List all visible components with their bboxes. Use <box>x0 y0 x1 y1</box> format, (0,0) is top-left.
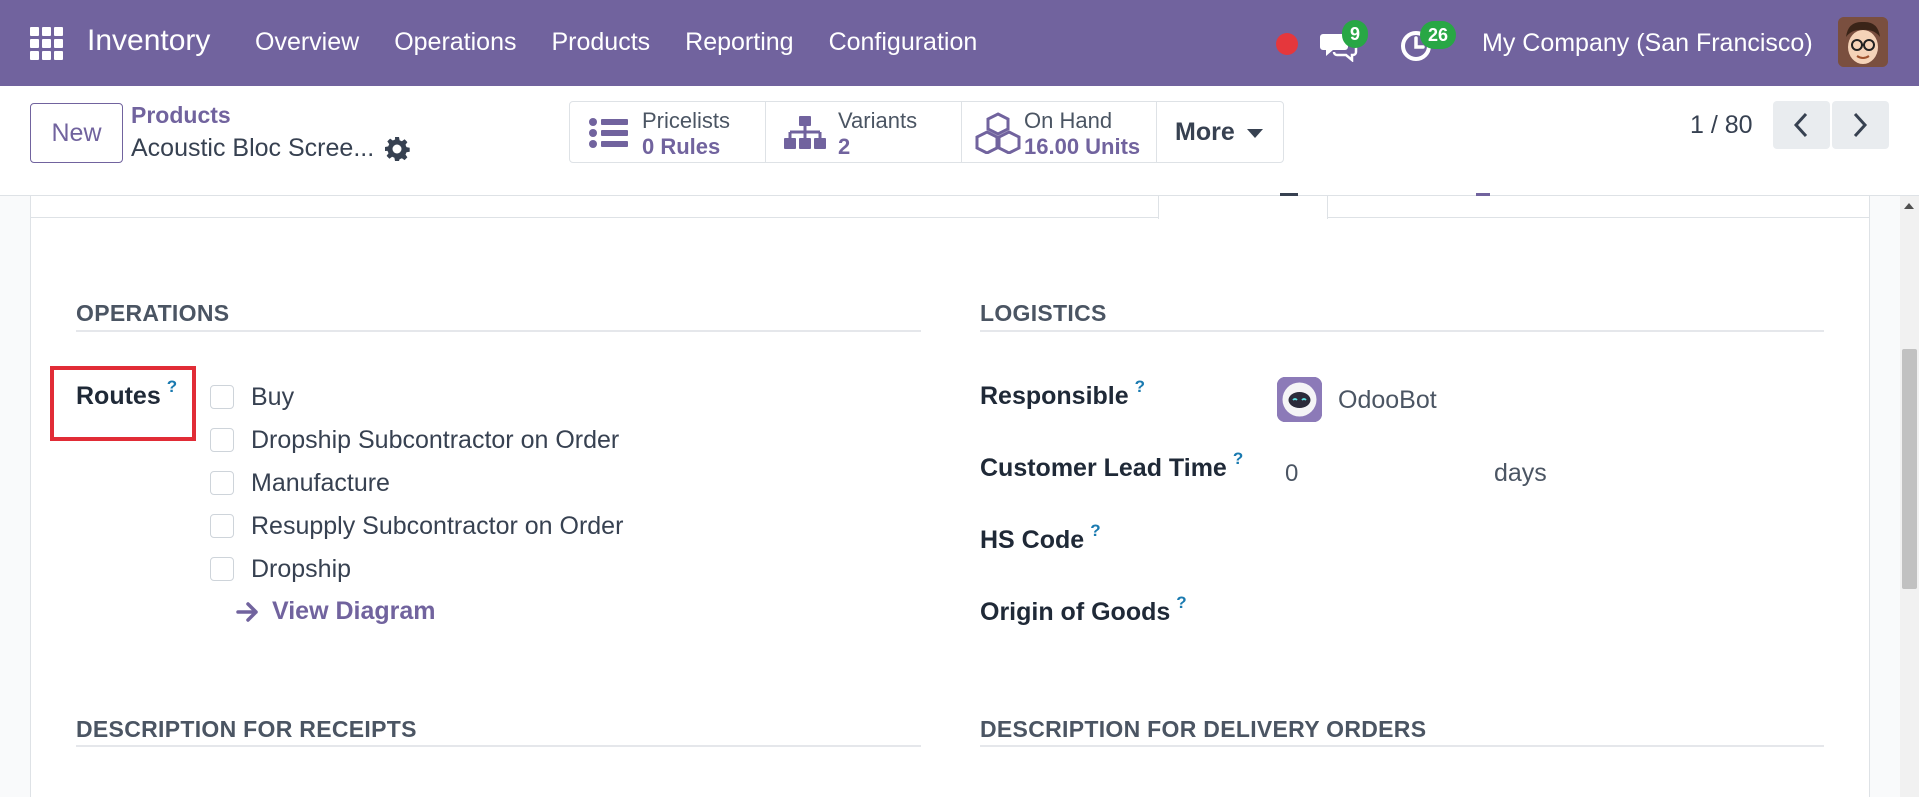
route-resupply-subcontractor-checkbox[interactable] <box>210 514 234 538</box>
customer-lead-time-label: Customer Lead Time? <box>980 449 1243 483</box>
on-hand-smart-button[interactable]: On Hand 16.00 Units <box>962 102 1157 162</box>
view-diagram-label: View Diagram <box>272 597 436 625</box>
arrow-right-icon <box>236 601 258 622</box>
variants-value: 2 <box>838 134 851 159</box>
route-manufacture-checkbox[interactable] <box>210 471 234 495</box>
sitemap-icon <box>784 116 826 149</box>
notebook-tabs-border <box>30 196 1870 218</box>
origin-of-goods-label-text: Origin of Goods <box>980 598 1171 626</box>
responsible-value[interactable]: OdooBot <box>1338 386 1437 415</box>
description-delivery-title: DESCRIPTION FOR DELIVERY ORDERS <box>980 716 1427 742</box>
menu-item-reporting[interactable]: Reporting <box>685 28 793 57</box>
company-switcher[interactable]: My Company (San Francisco) <box>1482 29 1813 58</box>
activities-count-badge: 26 <box>1420 21 1457 49</box>
route-option-dropship[interactable]: Dropship <box>210 554 351 584</box>
gear-icon[interactable] <box>384 136 410 162</box>
route-buy-label: Buy <box>251 382 295 411</box>
scrollbar-thumb[interactable] <box>1902 349 1917 589</box>
app-brand[interactable]: Inventory <box>87 24 210 58</box>
hs-code-label: HS Code? <box>980 521 1101 555</box>
operations-divider <box>76 330 921 332</box>
description-delivery-divider <box>980 745 1824 747</box>
route-manufacture-label: Manufacture <box>251 468 390 497</box>
on-hand-value: 16.00 Units <box>1024 134 1141 159</box>
route-option-dropship-subcontractor[interactable]: Dropship Subcontractor on Order <box>210 425 619 455</box>
responsible-label: Responsible? <box>980 377 1145 411</box>
operations-section-title: OPERATIONS <box>76 300 230 326</box>
breadcrumb-current-record: Acoustic Bloc Scree... <box>131 134 375 162</box>
help-tooltip-icon[interactable]: ? <box>1135 377 1145 396</box>
help-tooltip-icon[interactable]: ? <box>1176 593 1186 612</box>
help-tooltip-icon[interactable]: ? <box>1233 449 1243 468</box>
customer-lead-time-unit: days <box>1494 459 1547 487</box>
customer-lead-time-label-text: Customer Lead Time <box>980 454 1227 482</box>
route-dropship-subcontractor-label: Dropship Subcontractor on Order <box>251 425 620 454</box>
top-navbar: Inventory Overview Operations Products R… <box>0 0 1919 86</box>
route-buy-checkbox[interactable] <box>210 385 234 409</box>
variants-title: Variants <box>838 108 918 133</box>
menu-item-products[interactable]: Products <box>551 28 650 57</box>
on-hand-title: On Hand <box>1024 108 1113 133</box>
more-dropdown-button[interactable]: More <box>1157 102 1283 162</box>
odoobot-avatar <box>1277 377 1322 422</box>
list-icon <box>589 118 628 148</box>
route-dropship-label: Dropship <box>251 554 352 583</box>
apps-menu-icon[interactable] <box>30 27 64 60</box>
scroll-up-arrow-icon[interactable] <box>1904 203 1914 209</box>
breadcrumb-products[interactable]: Products <box>131 102 231 129</box>
route-dropship-subcontractor-checkbox[interactable] <box>210 428 234 452</box>
menu-item-configuration[interactable]: Configuration <box>829 28 978 57</box>
route-resupply-subcontractor-label: Resupply Subcontractor on Order <box>251 511 624 540</box>
logistics-divider <box>980 330 1824 332</box>
smart-buttons: Pricelists 0 Rules Variants 2 On Hand 16… <box>569 101 1284 163</box>
pricelists-title: Pricelists <box>642 108 731 133</box>
help-tooltip-icon[interactable]: ? <box>1090 521 1100 540</box>
menu-item-operations[interactable]: Operations <box>394 28 516 57</box>
origin-of-goods-label: Origin of Goods? <box>980 593 1187 627</box>
route-option-buy[interactable]: Buy <box>210 382 294 412</box>
view-diagram-link[interactable]: View Diagram <box>236 597 436 626</box>
responsible-label-text: Responsible <box>980 382 1129 410</box>
routes-label: Routes? <box>76 377 177 411</box>
help-tooltip-icon[interactable]: ? <box>167 377 177 396</box>
customer-lead-time-input[interactable]: 0 <box>1285 460 1298 488</box>
chevron-right-icon <box>1853 112 1868 138</box>
route-option-manufacture[interactable]: Manufacture <box>210 468 390 498</box>
messages-count-badge: 9 <box>1342 20 1369 48</box>
control-panel: New Products Acoustic Bloc Scree... Pric… <box>0 86 1919 196</box>
pager-next-button[interactable] <box>1832 101 1889 149</box>
pager-previous-button[interactable] <box>1773 101 1830 149</box>
hs-code-label-text: HS Code <box>980 526 1085 554</box>
pricelists-smart-button[interactable]: Pricelists 0 Rules <box>570 102 766 162</box>
description-receipts-title: DESCRIPTION FOR RECEIPTS <box>76 716 417 742</box>
cubes-icon <box>975 112 1021 154</box>
variants-smart-button[interactable]: Variants 2 <box>766 102 962 162</box>
route-dropship-checkbox[interactable] <box>210 557 234 581</box>
routes-label-text: Routes <box>76 382 161 410</box>
tab-label-fragment <box>1280 188 1298 196</box>
main-menu: Overview Operations Products Reporting C… <box>255 28 1012 57</box>
description-receipts-divider <box>76 745 921 747</box>
tab-label-fragment-2 <box>1476 188 1490 196</box>
user-avatar[interactable] <box>1838 17 1888 67</box>
logistics-section-title: LOGISTICS <box>980 300 1107 326</box>
more-label: More <box>1175 118 1235 146</box>
record-indicator-icon[interactable] <box>1276 33 1298 55</box>
caret-down-icon <box>1247 129 1263 138</box>
menu-item-overview[interactable]: Overview <box>255 28 359 57</box>
chevron-left-icon <box>1793 112 1808 138</box>
new-button[interactable]: New <box>30 103 123 163</box>
pricelists-value: 0 Rules <box>642 134 721 159</box>
pager-value[interactable]: 1 / 80 <box>1690 111 1753 140</box>
tab-inventory-active[interactable] <box>1158 196 1328 219</box>
route-option-resupply-subcontractor[interactable]: Resupply Subcontractor on Order <box>210 511 623 541</box>
